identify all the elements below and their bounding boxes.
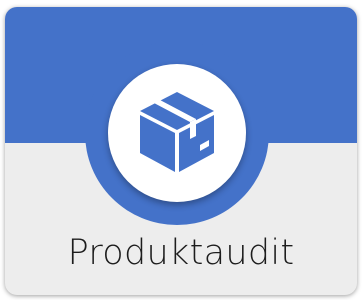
package-box-icon	[140, 92, 214, 172]
tile-label: Produktaudit	[67, 233, 295, 273]
icon-badge	[108, 64, 246, 202]
produktaudit-tile[interactable]: Produktaudit	[5, 7, 357, 295]
